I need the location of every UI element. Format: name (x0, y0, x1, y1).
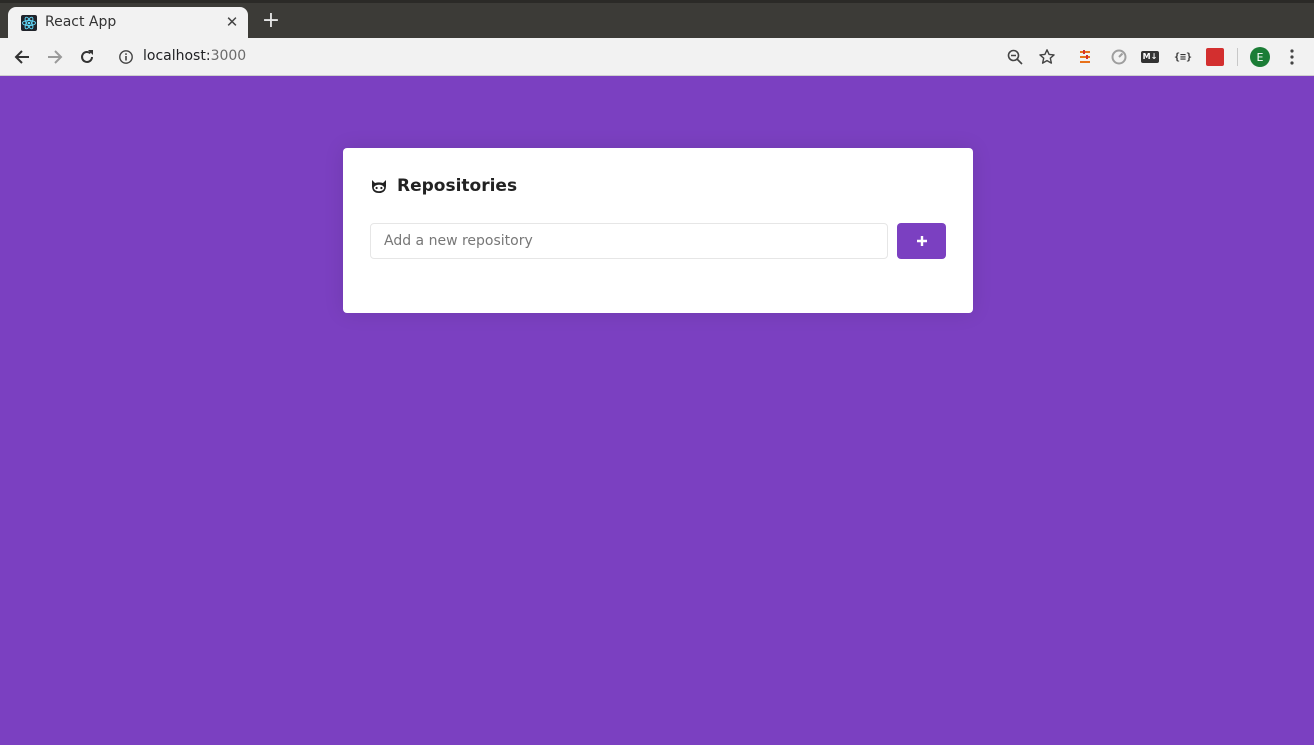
json-ext-label: {≡} (1173, 51, 1193, 63)
back-arrow-icon[interactable] (10, 45, 34, 69)
markdown-icon[interactable]: M↓ (1140, 47, 1160, 67)
add-repository-button[interactable] (897, 223, 946, 259)
profile-avatar[interactable]: E (1250, 47, 1270, 67)
url-text: localhost:3000 (143, 48, 246, 64)
red-extension-icon[interactable] (1205, 47, 1225, 67)
info-icon[interactable] (118, 49, 134, 65)
forward-arrow-icon[interactable] (43, 45, 67, 69)
markdown-ext-label: M↓ (1140, 51, 1160, 63)
card-header: Repositories (370, 174, 517, 198)
menu-kebab-icon[interactable] (1284, 47, 1300, 67)
github-icon (372, 180, 386, 193)
browser-toolbar: localhost:3000 M↓ {≡} E (0, 38, 1314, 76)
url-host: localhost: (143, 48, 211, 64)
star-icon[interactable] (1035, 45, 1059, 69)
toolbar-divider (1237, 48, 1238, 66)
speedometer-icon[interactable] (1109, 47, 1129, 67)
tab-title: React App (45, 14, 117, 30)
json-viewer-icon[interactable]: {≡} (1173, 47, 1193, 67)
browser-tab[interactable]: React App ✕ (8, 7, 248, 41)
repositories-card: Repositories (343, 148, 973, 313)
plus-icon (916, 236, 927, 246)
repository-input[interactable] (370, 223, 888, 259)
url-port: 3000 (210, 48, 247, 64)
react-icon (21, 15, 37, 31)
page-background: Repositories (0, 76, 1314, 745)
red-extension-badge (1206, 48, 1224, 66)
tab-strip: React App ✕ + (0, 0, 1314, 41)
reload-icon[interactable] (75, 45, 99, 69)
stack-icon[interactable] (1075, 47, 1095, 67)
new-tab-button[interactable]: + (260, 10, 282, 33)
close-icon[interactable]: ✕ (224, 13, 240, 31)
zoom-out-icon[interactable] (1003, 45, 1027, 69)
card-title: Repositories (397, 176, 518, 196)
address-bar[interactable]: localhost:3000 (112, 42, 512, 72)
